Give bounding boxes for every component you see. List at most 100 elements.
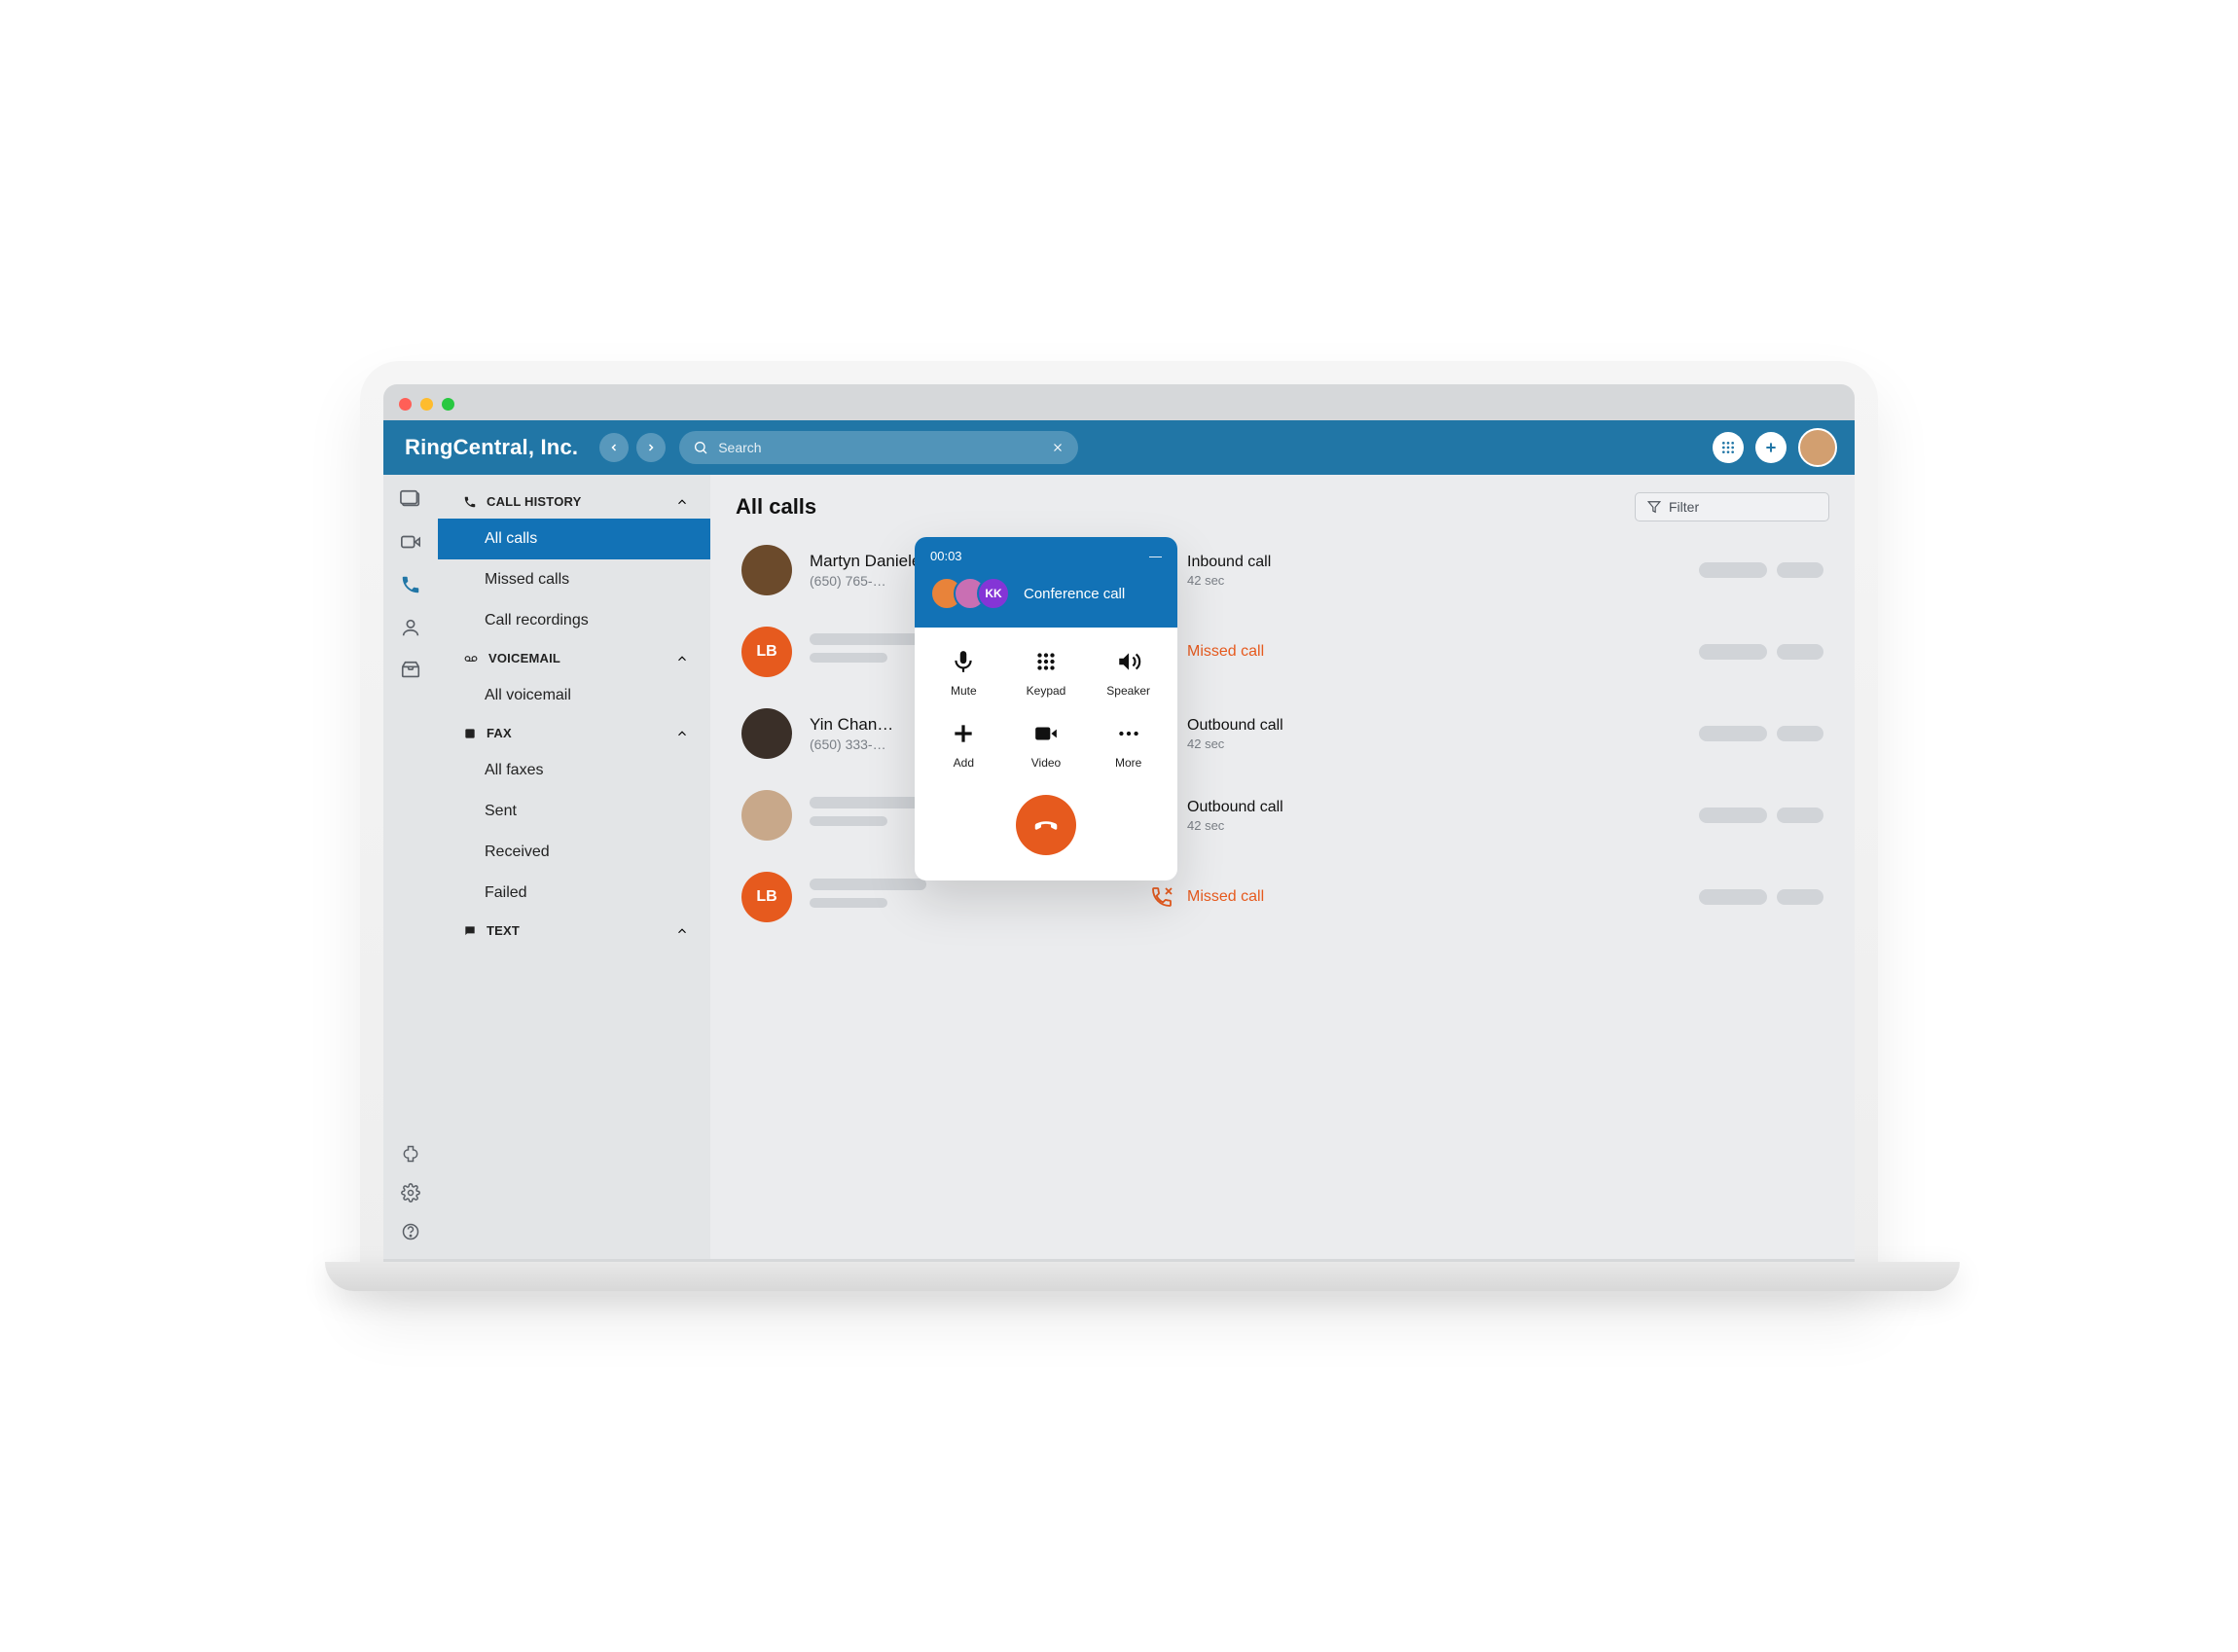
filter-button[interactable]: Filter xyxy=(1635,492,1829,521)
sidebar-section-label: TEXT xyxy=(487,923,520,938)
sidebar-section-text[interactable]: TEXT xyxy=(438,914,710,948)
call-row[interactable]: LB Missed call xyxy=(736,617,1829,687)
placeholder-line xyxy=(810,816,887,826)
video-button[interactable]: Video xyxy=(1005,721,1088,770)
sidebar-item-all-faxes[interactable]: All faxes xyxy=(438,750,710,791)
topbar-actions xyxy=(1713,428,1837,467)
nav-phone[interactable] xyxy=(400,574,421,595)
hangup-icon xyxy=(1031,810,1061,840)
chevron-up-icon xyxy=(675,727,689,740)
close-dot[interactable] xyxy=(399,398,412,411)
sidebar-item-missed-calls[interactable]: Missed calls xyxy=(438,559,710,600)
fax-icon xyxy=(463,727,477,740)
placeholder-line xyxy=(810,633,926,645)
placeholder-pill xyxy=(1699,726,1767,741)
profile-avatar[interactable] xyxy=(1798,428,1837,467)
search-field[interactable] xyxy=(679,431,1078,464)
clear-search-icon[interactable] xyxy=(1051,441,1065,454)
minimize-dot[interactable] xyxy=(420,398,433,411)
avatar xyxy=(741,545,792,595)
maximize-dot[interactable] xyxy=(442,398,454,411)
main-panel: All calls Filter Martyn Daniele (650 xyxy=(710,475,1855,1259)
nav-settings[interactable] xyxy=(401,1183,420,1203)
app-screen: RingCentral, Inc. xyxy=(383,384,1855,1262)
participant-avatar: KK xyxy=(977,577,1010,610)
sidebar-item-call-recordings[interactable]: Call recordings xyxy=(438,600,710,641)
nav-rail xyxy=(383,475,438,1259)
page-title: All calls xyxy=(736,494,816,520)
search-input[interactable] xyxy=(718,440,1041,455)
add-participant-button[interactable]: Add xyxy=(922,721,1005,770)
popup-header: 00:03 — KK Conference call xyxy=(915,537,1177,628)
call-list: Martyn Daniele (650) 765-… Inbound call … xyxy=(736,535,1829,932)
search-icon xyxy=(693,440,708,455)
laptop-base xyxy=(325,1262,1960,1291)
call-duration: 42 sec xyxy=(1187,818,1283,833)
avatar: LB xyxy=(741,627,792,677)
new-button[interactable] xyxy=(1755,432,1787,463)
chevron-up-icon xyxy=(675,924,689,938)
nav-back-button[interactable] xyxy=(599,433,629,462)
more-button[interactable]: More xyxy=(1087,721,1170,770)
call-row[interactable]: Yin Chan… (650) 333-… Outbound call 42 s… xyxy=(736,699,1829,769)
placeholder-pill xyxy=(1699,808,1767,823)
avatar: LB xyxy=(741,872,792,922)
nav-inbox[interactable] xyxy=(400,660,421,681)
sidebar-section-label: CALL HISTORY xyxy=(487,494,582,509)
video-icon xyxy=(1033,721,1059,746)
sidebar-item-sent[interactable]: Sent xyxy=(438,791,710,832)
placeholder-pill xyxy=(1777,644,1823,660)
placeholder-pill xyxy=(1699,562,1767,578)
nav-forward-button[interactable] xyxy=(636,433,666,462)
call-type: Missed call xyxy=(1187,888,1264,906)
sidebar-item-received[interactable]: Received xyxy=(438,832,710,873)
sidebar-item-all-calls[interactable]: All calls xyxy=(438,519,710,559)
sidebar-section-label: FAX xyxy=(487,726,512,740)
mic-icon xyxy=(951,649,976,674)
call-row[interactable]: Martyn Daniele (650) 765-… Inbound call … xyxy=(736,535,1829,605)
caller-phone: (650) 333-… xyxy=(810,736,893,752)
placeholder-pill xyxy=(1699,644,1767,660)
voicemail-icon xyxy=(463,652,479,665)
nav-help[interactable] xyxy=(401,1222,420,1241)
call-row[interactable]: LB Missed call xyxy=(736,862,1829,932)
sidebar-section-call-history[interactable]: CALL HISTORY xyxy=(438,485,710,519)
main-header: All calls Filter xyxy=(736,492,1829,521)
sidebar-section-voicemail[interactable]: VOICEMAIL xyxy=(438,641,710,675)
keypad-button[interactable]: Keypad xyxy=(1005,649,1088,698)
app-title: RingCentral, Inc. xyxy=(405,435,578,460)
minimize-popup-button[interactable]: — xyxy=(1149,549,1162,563)
placeholder-pill xyxy=(1699,889,1767,905)
call-timer: 00:03 xyxy=(930,549,962,563)
nav-contacts[interactable] xyxy=(400,617,421,638)
nav-messages[interactable] xyxy=(400,488,421,510)
placeholder-line xyxy=(810,879,926,890)
window-controls xyxy=(383,384,1855,420)
sidebar-section-fax[interactable]: FAX xyxy=(438,716,710,750)
placeholder-pill xyxy=(1777,808,1823,823)
dialpad-button[interactable] xyxy=(1713,432,1744,463)
avatar xyxy=(741,790,792,841)
caller-phone: (650) 765-… xyxy=(810,573,920,589)
placeholder-line xyxy=(810,653,887,663)
speaker-icon xyxy=(1116,649,1141,674)
placeholder-line xyxy=(810,797,926,808)
speaker-button[interactable]: Speaker xyxy=(1087,649,1170,698)
call-type: Outbound call xyxy=(1187,717,1283,735)
sidebar-item-all-voicemail[interactable]: All voicemail xyxy=(438,675,710,716)
mute-button[interactable]: Mute xyxy=(922,649,1005,698)
call-controls-grid: Mute Keypad Speaker Add xyxy=(915,628,1177,779)
app-body: CALL HISTORY All calls Missed calls Call… xyxy=(383,475,1855,1259)
sidebar-item-failed[interactable]: Failed xyxy=(438,873,710,914)
call-row[interactable]: Outbound call 42 sec xyxy=(736,780,1829,850)
call-type: Missed call xyxy=(1187,643,1264,661)
nav-apps[interactable] xyxy=(401,1144,420,1164)
placeholder-pill xyxy=(1777,726,1823,741)
sidebar: CALL HISTORY All calls Missed calls Call… xyxy=(438,475,710,1259)
nav-video[interactable] xyxy=(400,531,421,553)
more-icon xyxy=(1116,721,1141,746)
hangup-button[interactable] xyxy=(1016,795,1076,855)
nav-arrows xyxy=(599,433,666,462)
chevron-up-icon xyxy=(675,652,689,665)
participant-avatars: KK xyxy=(930,577,1010,610)
